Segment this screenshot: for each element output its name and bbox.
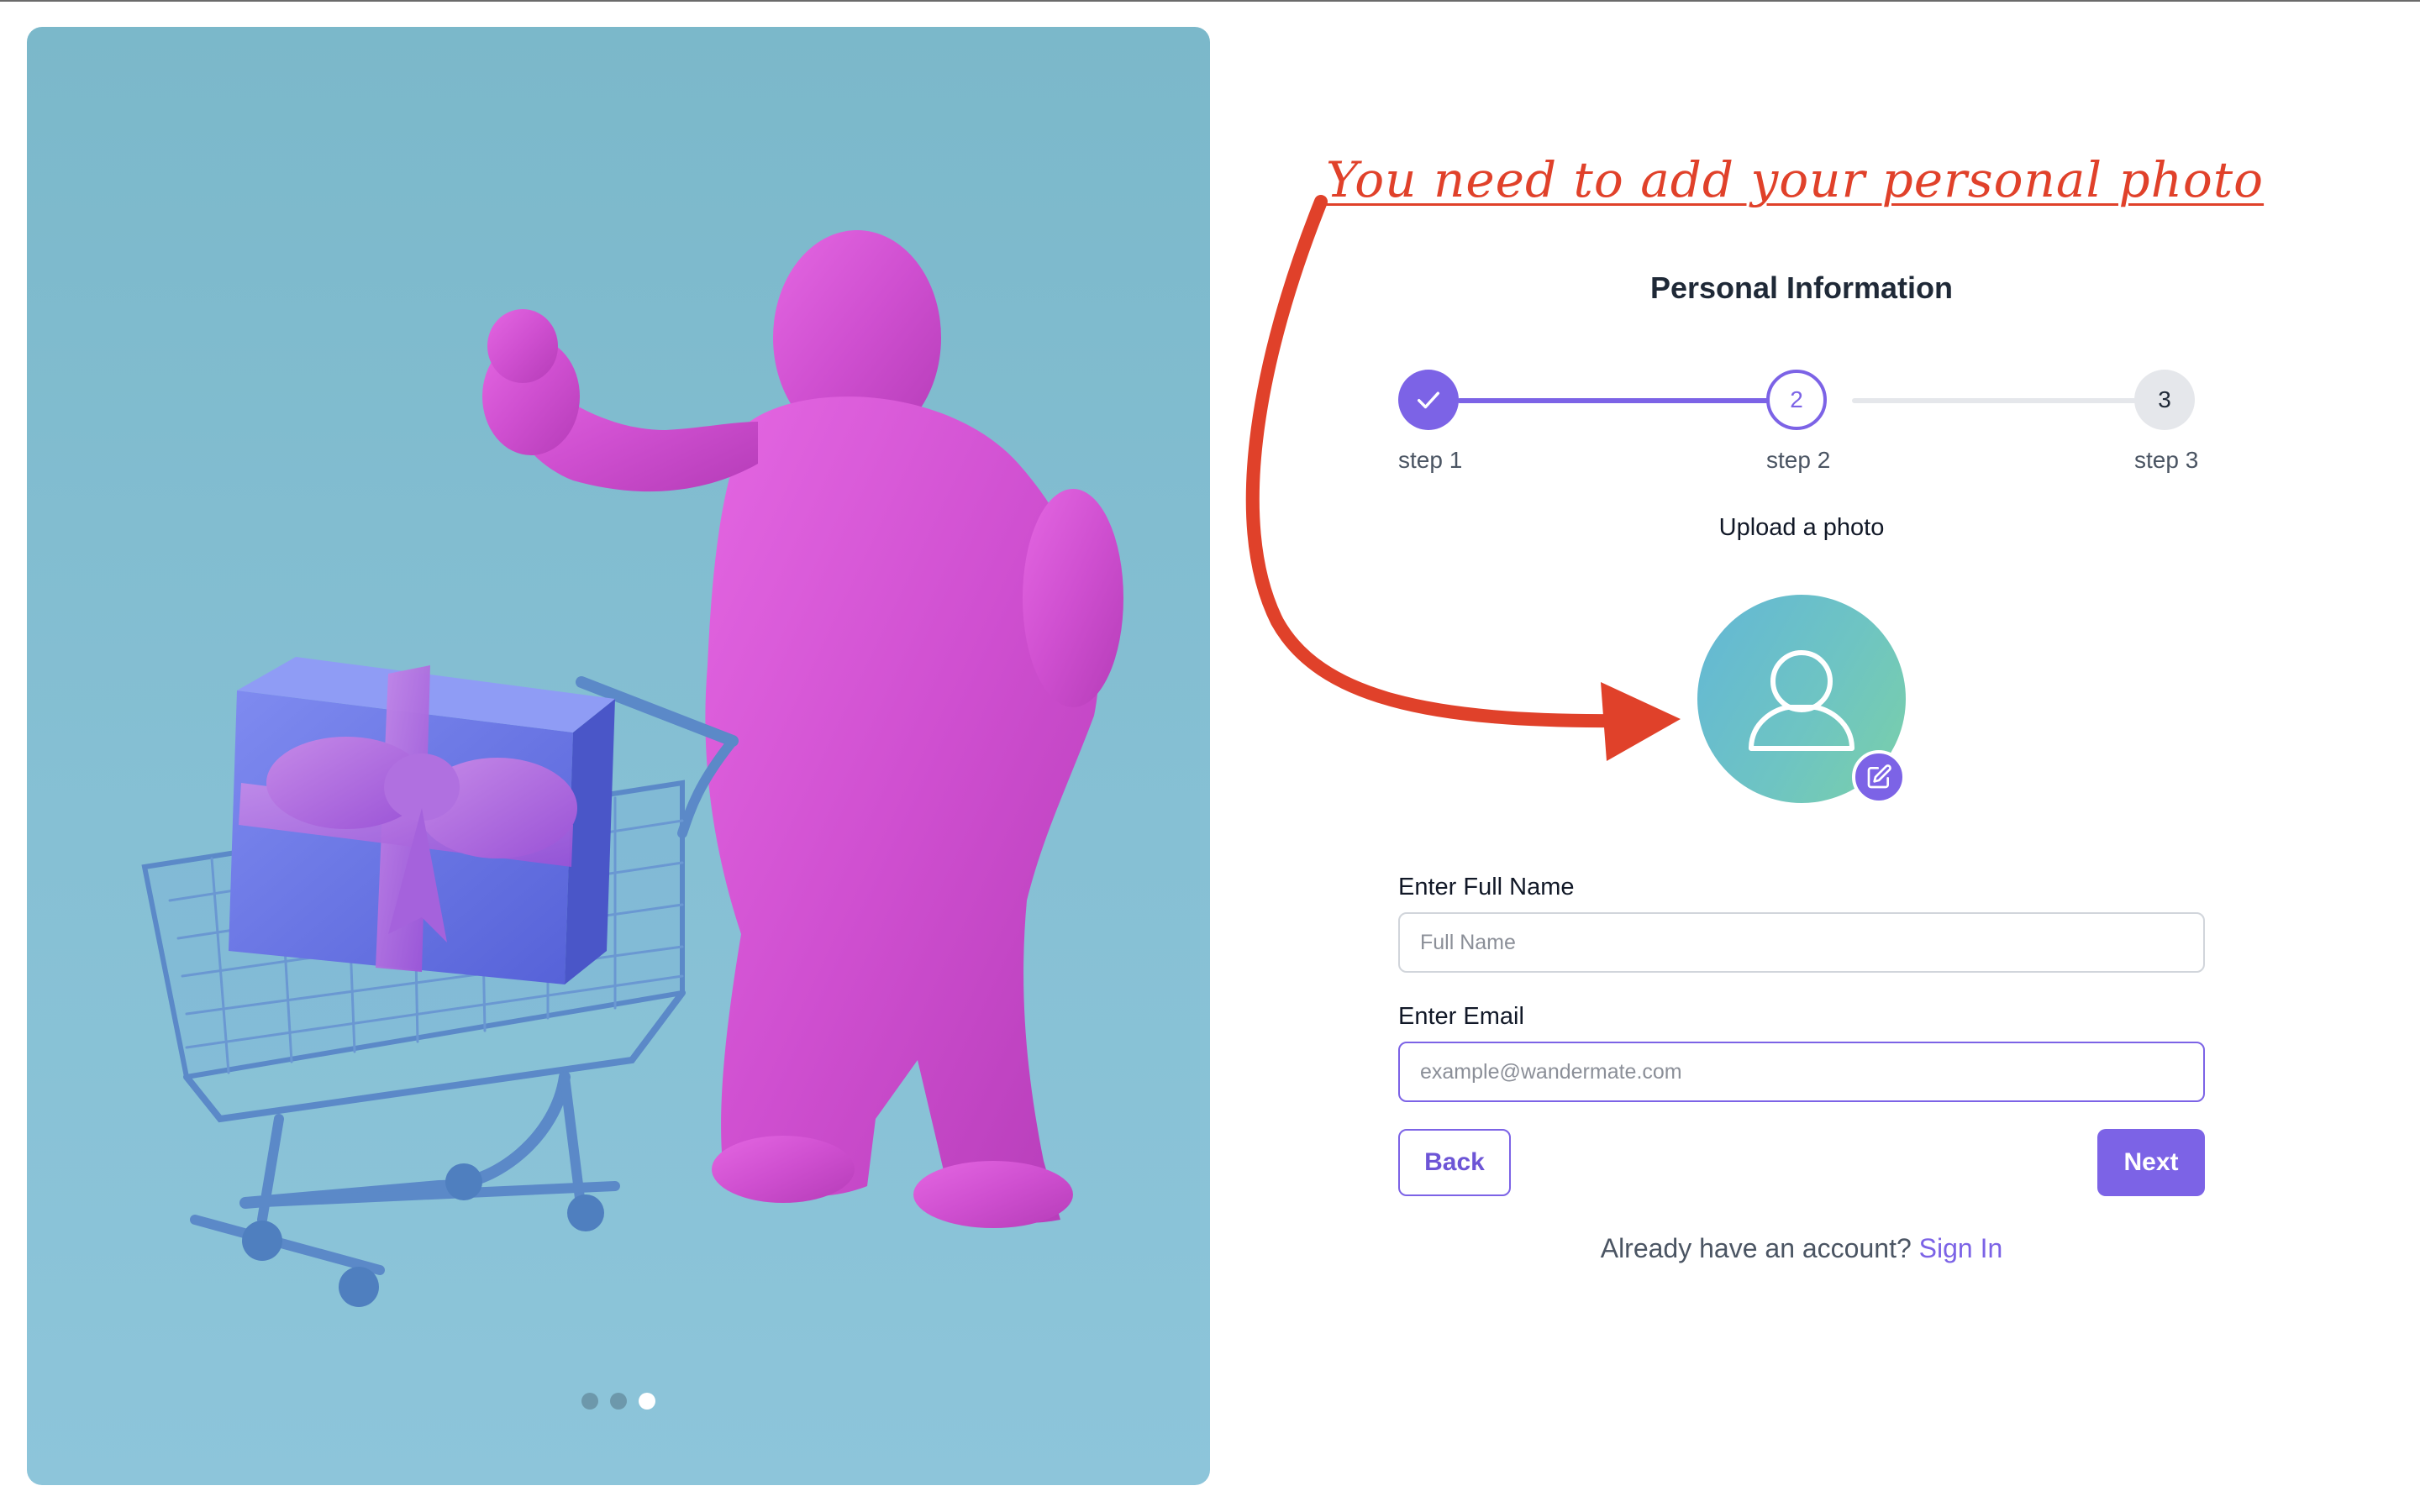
hero-image-panel (27, 27, 1210, 1485)
step-1-circle[interactable] (1398, 370, 1459, 430)
next-button[interactable]: Next (2097, 1129, 2205, 1196)
gift-box (229, 657, 615, 984)
full-name-label: Enter Full Name (1398, 874, 1575, 900)
carousel-dot-2[interactable] (610, 1393, 627, 1410)
full-name-input[interactable] (1398, 912, 2205, 973)
step-3-circle[interactable]: 3 (2134, 370, 2195, 430)
carousel-dot-3-active[interactable] (639, 1393, 655, 1410)
step-2-label: step 2 (1766, 447, 1831, 473)
email-label: Enter Email (1398, 1003, 1524, 1030)
sign-in-link[interactable]: Sign In (1919, 1233, 2003, 1263)
edit-photo-button[interactable] (1852, 750, 1906, 804)
pencil-edit-icon (1867, 764, 1891, 789)
annotation-text: You need to add your personal photo (1326, 151, 2265, 208)
email-input[interactable] (1398, 1042, 2205, 1102)
step-2-circle[interactable]: 2 (1766, 370, 1827, 430)
carousel-indicators (27, 1393, 1210, 1410)
top-border (0, 0, 2420, 2)
back-button[interactable]: Back (1398, 1129, 1511, 1196)
hero-illustration (141, 230, 1123, 1307)
check-icon (1417, 391, 1440, 409)
progress-stepper: 2 3 step 1 step 2 step 3 (1398, 370, 2205, 479)
carousel-dot-1[interactable] (581, 1393, 598, 1410)
signin-prompt: Already have an account? Sign In (1398, 1233, 2205, 1264)
upload-photo-label: Upload a photo (1718, 514, 1885, 541)
page-title: Personal Information (1649, 270, 1954, 305)
step-1-label: step 1 (1398, 447, 1463, 473)
step-3-label: step 3 (2134, 447, 2199, 473)
signin-prompt-text: Already have an account? (1600, 1233, 1912, 1263)
stepper-line-completed (1457, 398, 1793, 403)
stepper-line-upcoming (1852, 398, 2146, 403)
